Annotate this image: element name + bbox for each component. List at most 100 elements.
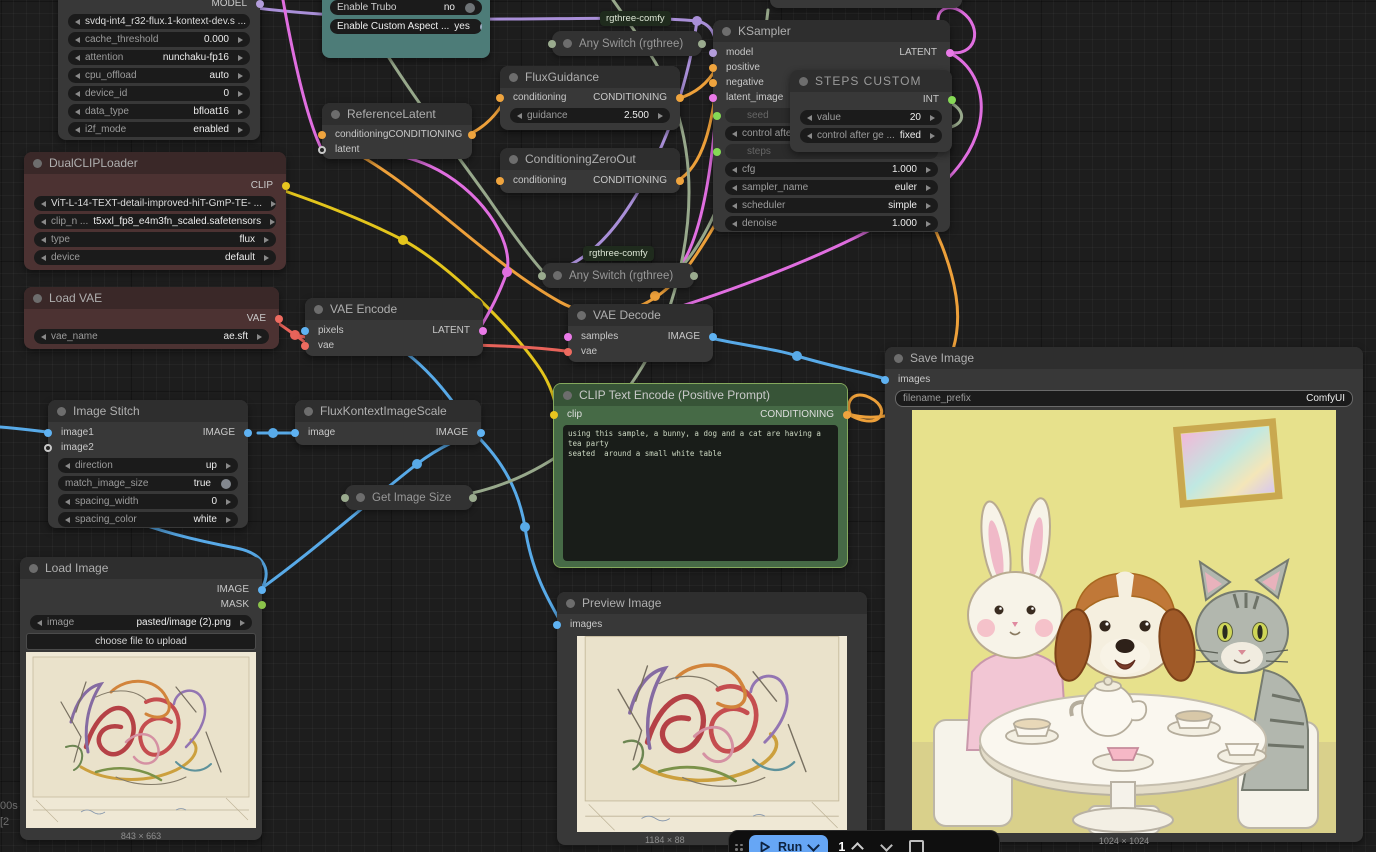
decrement-icon[interactable]: [517, 112, 522, 119]
increment-icon[interactable]: [238, 126, 243, 133]
collapse-toggle-icon[interactable]: [331, 109, 340, 119]
node-header[interactable]: Save Image: [885, 347, 1363, 369]
latent-image-input-port[interactable]: [709, 93, 717, 102]
decrement-icon[interactable]: [732, 184, 737, 191]
node-get-image-size[interactable]: Get Image Size: [341, 485, 477, 510]
increment-icon[interactable]: [930, 132, 935, 139]
conditioning-output-port[interactable]: [468, 130, 476, 139]
collapse-toggle-icon[interactable]: [799, 76, 808, 86]
node-header[interactable]: KSampler: [713, 20, 950, 42]
collapsed-output-port[interactable]: [698, 39, 706, 48]
queue-toolbar[interactable]: Run 1: [728, 830, 1000, 852]
increment-icon[interactable]: [238, 72, 243, 79]
node-dual-clip-loader[interactable]: DualCLIPLoader CLIP ViT-L-14-TEXT-detail…: [24, 152, 290, 270]
images-input-port[interactable]: [881, 375, 889, 384]
conditioning-input-port[interactable]: [318, 130, 326, 139]
latent-output-port[interactable]: [479, 326, 487, 335]
decrement-icon[interactable]: [732, 166, 737, 173]
increment-icon[interactable]: [226, 462, 231, 469]
node-header[interactable]: ReferenceLatent: [322, 103, 472, 125]
collapse-toggle-icon[interactable]: [553, 271, 562, 280]
collapse-toggle-icon[interactable]: [566, 598, 575, 608]
node-header[interactable]: DualCLIPLoader: [24, 152, 286, 174]
node-header[interactable]: Image Stitch: [48, 400, 248, 422]
cfg-widget[interactable]: cfg 1.000: [725, 162, 938, 177]
device-id-widget[interactable]: device_id 0: [68, 86, 250, 101]
node-header[interactable]: VAE Encode: [305, 298, 483, 320]
image-output-port[interactable]: [477, 428, 485, 437]
collapsed-output-port[interactable]: [469, 493, 477, 502]
collapse-toggle-icon[interactable]: [356, 493, 365, 502]
decrement-icon[interactable]: [37, 619, 42, 626]
decrement-icon[interactable]: [732, 130, 737, 137]
increment-icon[interactable]: [926, 202, 931, 209]
decrement-icon[interactable]: [807, 132, 812, 139]
node-header[interactable]: ConditioningZeroOut: [500, 148, 680, 170]
collapse-toggle-icon[interactable]: [33, 293, 42, 303]
scheduler-widget[interactable]: scheduler simple: [725, 198, 938, 213]
images-input-port[interactable]: [553, 620, 561, 629]
model-input-port[interactable]: [709, 48, 717, 57]
latent-input-port[interactable]: [318, 145, 326, 154]
node-vae-decode[interactable]: VAE Decode samples IMAGE vae: [564, 304, 717, 362]
node-reference-latent[interactable]: ReferenceLatent conditioning CONDITIONIN…: [318, 103, 476, 159]
device-widget[interactable]: device default: [34, 250, 276, 265]
clip-output-port[interactable]: [282, 181, 290, 190]
i2f-mode-widget[interactable]: i2f_mode enabled: [68, 122, 250, 137]
node-header[interactable]: Load Image: [20, 557, 262, 579]
toggle-knob-icon[interactable]: [465, 2, 475, 13]
positive-input-port[interactable]: [709, 63, 717, 72]
vae-name-widget[interactable]: vae_name ae.sft: [34, 329, 269, 344]
increment-icon[interactable]: [226, 498, 231, 505]
pixels-input-port[interactable]: [301, 326, 309, 335]
conditioning-output-port[interactable]: [676, 93, 684, 102]
decrement-icon[interactable]: [75, 18, 80, 25]
node-header[interactable]: STEPS CUSTOM: [790, 70, 952, 92]
model-name-widget[interactable]: svdq-int4_r32-flux.1-kontext-dev.s ...: [68, 14, 250, 29]
node-steps-custom[interactable]: STEPS CUSTOM INT value 20 control after g…: [790, 70, 956, 152]
decrement-icon[interactable]: [732, 220, 737, 227]
comfyui-canvas[interactable]: MODEL svdq-int4_r32-flux.1-kontext-dev.s…: [0, 0, 1376, 852]
enable-turbo-toggle[interactable]: Enable Trubo no: [330, 0, 482, 15]
node-load-image[interactable]: Load Image IMAGE MASK image pasted/image …: [20, 557, 266, 841]
denoise-widget[interactable]: denoise 1.000: [725, 216, 938, 231]
save-image-preview[interactable]: [912, 410, 1336, 833]
decrement-icon[interactable]: [65, 462, 70, 469]
node-header[interactable]: FluxKontextImageScale: [295, 400, 481, 422]
clip-name2-widget[interactable]: clip_n ... t5xxl_fp8_e4m3fn_scaled.safete…: [34, 214, 276, 229]
cache-threshold-widget[interactable]: cache_threshold 0.000: [68, 32, 250, 47]
collapsed-input-port[interactable]: [548, 39, 556, 48]
decrement-icon[interactable]: [41, 254, 46, 261]
increment-icon[interactable]: [238, 90, 243, 97]
image-output-port[interactable]: [258, 585, 266, 594]
node-conditioning-zero-out[interactable]: ConditioningZeroOut conditioning CONDITI…: [496, 148, 684, 193]
decrement-icon[interactable]: [732, 202, 737, 209]
queue-count-stepper[interactable]: 1: [834, 840, 866, 852]
toggle-knob-icon[interactable]: [479, 21, 482, 32]
node-any-switch-2[interactable]: Any Switch (rgthree): [538, 263, 698, 288]
increment-icon[interactable]: [238, 36, 243, 43]
stop-square-icon[interactable]: [909, 839, 925, 852]
conditioning-output-port[interactable]: [843, 410, 851, 419]
node-settings[interactable]: Enable Trubo no Enable Custom Aspect ... y…: [322, 0, 490, 58]
latent-output-port[interactable]: [946, 48, 954, 57]
collapse-toggle-icon[interactable]: [509, 72, 518, 82]
collapse-toggle-icon[interactable]: [894, 353, 903, 363]
image-output-port[interactable]: [709, 332, 717, 341]
image-input-port[interactable]: [291, 428, 299, 437]
spacing-color-widget[interactable]: spacing_color white: [58, 512, 238, 527]
increment-icon[interactable]: [930, 114, 935, 121]
preview-image-preview[interactable]: [577, 636, 847, 832]
increment-icon[interactable]: [257, 333, 262, 340]
decrement-icon[interactable]: [75, 36, 80, 43]
match-image-size-toggle[interactable]: match_image_size true: [58, 476, 238, 491]
decrement-icon[interactable]: [65, 516, 70, 523]
decrement-icon[interactable]: [807, 114, 812, 121]
decrement-icon[interactable]: [75, 72, 80, 79]
increment-icon[interactable]: [926, 220, 931, 227]
increment-icon[interactable]: [264, 254, 269, 261]
data-type-widget[interactable]: data_type bfloat16: [68, 104, 250, 119]
collapse-chevron-icon[interactable]: [880, 839, 894, 852]
image2-input-port[interactable]: [44, 443, 52, 452]
collapse-toggle-icon[interactable]: [29, 563, 38, 573]
